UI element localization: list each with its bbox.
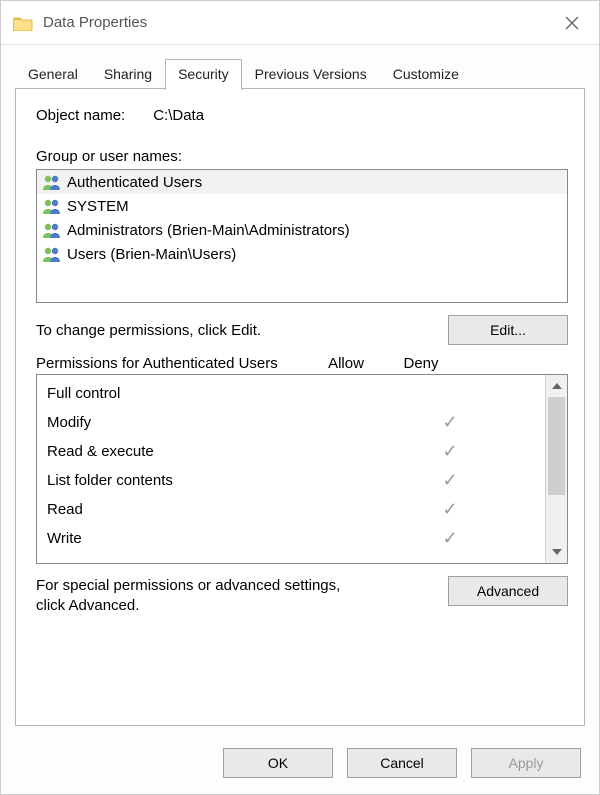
scroll-thumb[interactable]	[548, 397, 565, 495]
users-icon	[41, 221, 63, 239]
permission-row[interactable]: Read & execute ✓	[47, 437, 545, 466]
advanced-button[interactable]: Advanced	[448, 576, 568, 606]
titlebar: Data Properties	[1, 1, 599, 45]
object-name-row: Object name: C:\Data	[36, 107, 568, 124]
checkmark-icon: ✓	[442, 528, 457, 548]
permissions-listbox: Full control Modify ✓ Read & execute ✓ L…	[36, 374, 568, 564]
tab-strip: General Sharing Security Previous Versio…	[1, 45, 599, 89]
tab-general[interactable]: General	[15, 59, 91, 89]
checkmark-icon: ✓	[442, 441, 457, 461]
permissions-body: Full control Modify ✓ Read & execute ✓ L…	[37, 375, 545, 563]
allow-cell: ✓	[411, 471, 489, 490]
scroll-down-icon[interactable]	[546, 541, 568, 563]
permission-name: Read & execute	[47, 443, 411, 460]
users-icon	[41, 245, 63, 263]
users-icon	[41, 197, 63, 215]
window-title: Data Properties	[43, 14, 147, 31]
checkmark-icon: ✓	[442, 412, 457, 432]
permission-name: Write	[47, 530, 411, 547]
group-item-label: Authenticated Users	[67, 174, 202, 191]
tab-customize[interactable]: Customize	[380, 59, 472, 89]
object-name-label: Object name:	[36, 107, 125, 124]
group-item[interactable]: Administrators (Brien-Main\Administrator…	[37, 218, 567, 242]
ok-button[interactable]: OK	[223, 748, 333, 778]
security-panel: Object name: C:\Data Group or user names…	[15, 89, 585, 726]
allow-cell: ✓	[411, 529, 489, 548]
permissions-for-label: Permissions for Authenticated Users	[36, 355, 306, 372]
group-item[interactable]: Authenticated Users	[37, 170, 567, 194]
deny-column-header: Deny	[386, 355, 456, 372]
edit-button[interactable]: Edit...	[448, 315, 568, 345]
permission-name: List folder contents	[47, 472, 411, 489]
permission-row[interactable]: Write ✓	[47, 524, 545, 553]
permission-name: Full control	[47, 385, 411, 402]
allow-column-header: Allow	[306, 355, 386, 372]
groups-listbox[interactable]: Authenticated Users SYSTEM Administrator…	[36, 169, 568, 303]
permission-row[interactable]: Full control	[47, 379, 545, 408]
scrollbar[interactable]	[545, 375, 567, 563]
object-name-value: C:\Data	[153, 107, 204, 124]
advanced-hint: For special permissions or advanced sett…	[36, 576, 356, 617]
folder-icon	[13, 15, 33, 31]
group-item[interactable]: SYSTEM	[37, 194, 567, 218]
checkmark-icon: ✓	[442, 470, 457, 490]
tab-sharing[interactable]: Sharing	[91, 59, 165, 89]
permission-row[interactable]: Modify ✓	[47, 408, 545, 437]
allow-cell: ✓	[411, 500, 489, 519]
scroll-up-icon[interactable]	[546, 375, 568, 397]
allow-cell: ✓	[411, 442, 489, 461]
permissions-header: Permissions for Authenticated Users Allo…	[36, 355, 568, 372]
checkmark-icon: ✓	[442, 499, 457, 519]
group-item-label: SYSTEM	[67, 198, 129, 215]
close-button[interactable]	[549, 1, 595, 45]
group-item[interactable]: Users (Brien-Main\Users)	[37, 242, 567, 266]
group-item-label: Users (Brien-Main\Users)	[67, 246, 236, 263]
allow-cell: ✓	[411, 413, 489, 432]
permission-name: Modify	[47, 414, 411, 431]
tab-previous-versions[interactable]: Previous Versions	[242, 59, 380, 89]
permission-name: Read	[47, 501, 411, 518]
permission-row[interactable]: Read ✓	[47, 495, 545, 524]
edit-hint: To change permissions, click Edit.	[36, 322, 261, 339]
permission-row[interactable]: List folder contents ✓	[47, 466, 545, 495]
cancel-button[interactable]: Cancel	[347, 748, 457, 778]
properties-dialog: Data Properties General Sharing Security…	[0, 0, 600, 795]
users-icon	[41, 173, 63, 191]
group-item-label: Administrators (Brien-Main\Administrator…	[67, 222, 350, 239]
groups-label: Group or user names:	[36, 148, 568, 165]
tab-security[interactable]: Security	[165, 59, 242, 90]
apply-button[interactable]: Apply	[471, 748, 581, 778]
scroll-track[interactable]	[546, 397, 567, 541]
dialog-button-row: OK Cancel Apply	[1, 738, 599, 794]
